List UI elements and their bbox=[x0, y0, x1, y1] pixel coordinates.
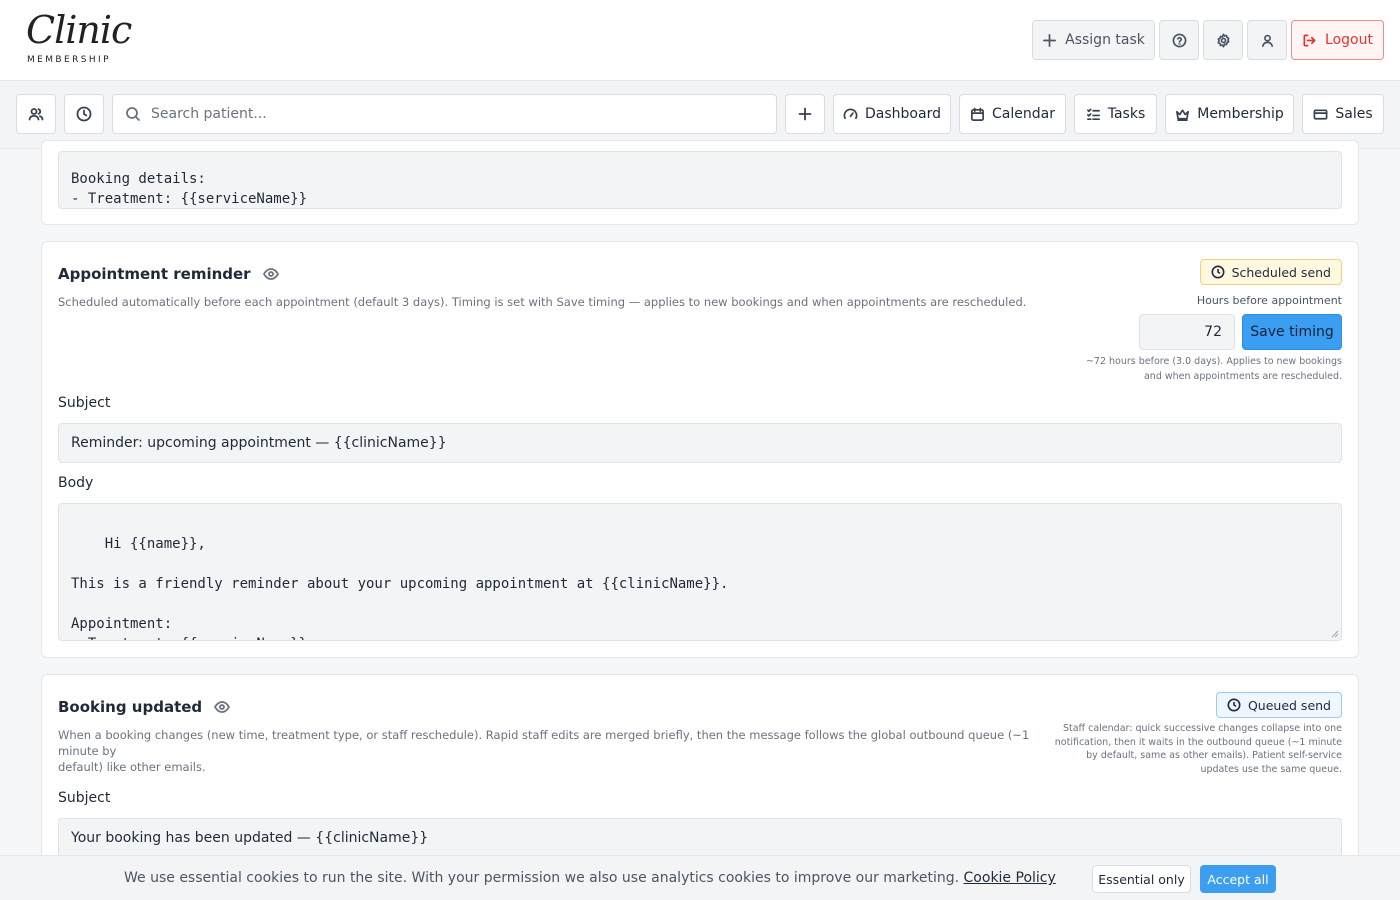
help-button[interactable] bbox=[1159, 20, 1199, 60]
nav-sales[interactable]: Sales bbox=[1302, 94, 1384, 134]
users-icon bbox=[28, 108, 44, 121]
reminder-body-textarea[interactable]: Hi {{name}}, This is a friendly reminder… bbox=[58, 503, 1342, 641]
logo-script: Clinic bbox=[26, 8, 132, 52]
nav-dashboard-label: Dashboard bbox=[865, 106, 941, 122]
tasks-icon bbox=[1086, 108, 1100, 120]
clock-icon bbox=[1227, 698, 1241, 712]
queue-hint-line: updates use the same queue. bbox=[1200, 763, 1342, 775]
calendar-icon bbox=[971, 107, 984, 121]
eye-icon[interactable] bbox=[214, 699, 231, 715]
patient-search[interactable] bbox=[112, 94, 777, 134]
logout-button[interactable]: Logout bbox=[1291, 20, 1384, 60]
eye-icon[interactable] bbox=[262, 266, 279, 282]
cookie-text: We use essential cookies to run the site… bbox=[124, 870, 1056, 886]
clock-icon bbox=[1211, 265, 1225, 279]
clock-icon bbox=[76, 106, 92, 122]
cookie-banner: We use essential cookies to run the site… bbox=[0, 855, 1400, 900]
appointment-reminder-description: Scheduled automatically before each appo… bbox=[58, 295, 1027, 309]
accept-all-button[interactable]: Accept all bbox=[1200, 865, 1276, 893]
assign-task-button[interactable]: Assign task bbox=[1032, 20, 1155, 60]
logout-label: Logout bbox=[1325, 32, 1373, 48]
booking-updated-title-text: Booking updated bbox=[58, 698, 203, 716]
queued-send-badge: Queued send bbox=[1215, 692, 1342, 718]
patients-button[interactable] bbox=[16, 94, 56, 134]
search-icon bbox=[126, 107, 141, 122]
cookie-policy-link[interactable]: Cookie Policy bbox=[964, 870, 1056, 886]
search-input[interactable] bbox=[151, 106, 751, 122]
reminder-subject-input[interactable]: Reminder: upcoming appointment — {{clini… bbox=[58, 423, 1342, 463]
booking-updated-description: When a booking changes (new time, treatm… bbox=[58, 727, 1048, 775]
appointment-reminder-title: Appointment reminder bbox=[58, 265, 279, 283]
queue-hint-line: notification, then it waits in the outbo… bbox=[1054, 736, 1342, 748]
resize-handle-icon[interactable] bbox=[1331, 630, 1339, 638]
history-button[interactable] bbox=[64, 94, 104, 134]
crown-icon bbox=[1176, 108, 1190, 121]
gauge-icon bbox=[843, 108, 858, 119]
top-header: Clinic MEMBERSHIP Assign task Logout bbox=[0, 0, 1400, 81]
nav-membership-label: Membership bbox=[1197, 106, 1284, 122]
subject-label: Subject bbox=[58, 790, 111, 806]
subject-label: Subject bbox=[58, 395, 111, 411]
booking-confirmation-body[interactable]: Booking details: - Treatment: {{serviceN… bbox=[58, 151, 1342, 209]
nav-dashboard[interactable]: Dashboard bbox=[833, 94, 951, 134]
queue-hint: Staff calendar: quick successive changes… bbox=[1055, 722, 1342, 776]
queued-send-label: Queued send bbox=[1247, 697, 1331, 713]
logo-subtitle: MEMBERSHIP bbox=[27, 55, 111, 65]
nav-tasks-label: Tasks bbox=[1107, 106, 1146, 122]
booking-updated-description-line: When a booking changes (new time, treatm… bbox=[58, 728, 1030, 758]
booking-confirmation-card: Booking details: - Treatment: {{serviceN… bbox=[41, 140, 1359, 225]
logout-icon bbox=[1303, 34, 1316, 46]
clinic-logo[interactable]: Clinic MEMBERSHIP bbox=[26, 8, 132, 68]
scheduled-send-badge: Scheduled send bbox=[1199, 259, 1342, 285]
credit-card-icon bbox=[1313, 108, 1328, 120]
user-icon bbox=[1261, 34, 1273, 47]
settings-button[interactable] bbox=[1203, 20, 1243, 60]
queue-hint-line: Staff calendar: quick successive changes… bbox=[1062, 723, 1342, 734]
assign-task-label: Assign task bbox=[1065, 32, 1145, 48]
timing-hint-line: ~72 hours before (3.0 days). Applies to … bbox=[1085, 356, 1342, 367]
nav-tasks[interactable]: Tasks bbox=[1074, 94, 1157, 134]
nav-calendar[interactable]: Calendar bbox=[959, 94, 1066, 134]
essential-only-button[interactable]: Essential only bbox=[1092, 865, 1191, 893]
hours-before-input[interactable]: 72 bbox=[1139, 314, 1235, 350]
help-icon bbox=[1172, 33, 1186, 47]
nav-sales-label: Sales bbox=[1335, 106, 1373, 122]
profile-button[interactable] bbox=[1247, 20, 1287, 60]
plus-icon bbox=[1043, 33, 1057, 47]
booking-updated-title: Booking updated bbox=[58, 698, 231, 716]
hours-before-label: Hours before appointment bbox=[1196, 294, 1342, 307]
save-timing-button[interactable]: Save timing bbox=[1242, 314, 1342, 350]
plus-icon bbox=[798, 107, 812, 121]
queue-hint-line: by default, same as other emails). Patie… bbox=[1086, 750, 1342, 761]
add-button[interactable] bbox=[785, 94, 825, 134]
reminder-body-text: Hi {{name}}, This is a friendly reminder… bbox=[71, 536, 729, 640]
body-label: Body bbox=[58, 475, 94, 491]
appointment-reminder-card: Appointment reminder Scheduled send Sche… bbox=[41, 241, 1359, 658]
nav-membership[interactable]: Membership bbox=[1165, 94, 1294, 134]
timing-hint: ~72 hours before (3.0 days). Applies to … bbox=[1086, 354, 1342, 384]
appointment-reminder-title-text: Appointment reminder bbox=[58, 265, 251, 283]
booking-updated-description-line: default) like other emails. bbox=[58, 760, 206, 774]
updated-subject-input[interactable]: Your booking has been updated — {{clinic… bbox=[58, 818, 1342, 858]
nav-calendar-label: Calendar bbox=[992, 106, 1055, 122]
cookie-message: We use essential cookies to run the site… bbox=[124, 870, 960, 886]
nav-bar: Dashboard Calendar Tasks Membership Sale… bbox=[0, 81, 1400, 149]
scheduled-send-label: Scheduled send bbox=[1231, 264, 1331, 280]
timing-hint-line: and when appointments are rescheduled. bbox=[1143, 371, 1342, 382]
gear-icon bbox=[1217, 33, 1229, 47]
